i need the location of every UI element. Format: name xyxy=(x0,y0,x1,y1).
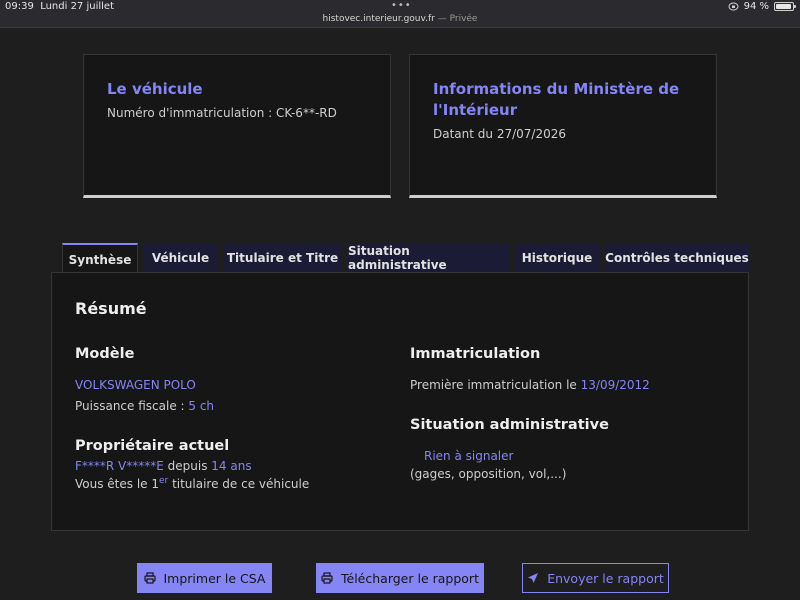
owner-name: F****R V*****E xyxy=(75,459,164,473)
owner-heading: Propriétaire actuel xyxy=(75,438,230,454)
status-right: 94 % xyxy=(728,1,796,12)
admin-heading: Situation administrative xyxy=(410,417,609,433)
rotation-lock-icon xyxy=(728,2,739,11)
admin-details: (gages, opposition, vol,...) xyxy=(410,467,567,481)
owner-line: F****R V*****E depuis 14 ans xyxy=(75,459,252,473)
fiscal-power-value: 5 ch xyxy=(188,399,215,413)
vehicle-card-title: Le véhicule xyxy=(107,80,203,98)
tab-vehicule[interactable]: Véhicule xyxy=(144,243,217,273)
registration-heading: Immatriculation xyxy=(410,346,541,362)
print-csa-label: Imprimer le CSA xyxy=(163,570,266,586)
print-csa-button[interactable]: Imprimer le CSA xyxy=(137,563,272,593)
status-time: 09:39 Lundi 27 juillet xyxy=(5,1,114,12)
battery-icon xyxy=(774,2,796,11)
status-bar: 09:39 Lundi 27 juillet ••• histovec.inte… xyxy=(0,0,800,28)
model-name: VOLKSWAGEN POLO xyxy=(75,378,196,392)
url-text: histovec.interieur.gouv.fr xyxy=(322,14,435,24)
download-report-label: Télécharger le rapport xyxy=(341,570,479,586)
tab-historique[interactable]: Historique xyxy=(515,243,599,273)
status-date: Lundi 27 juillet xyxy=(40,1,114,12)
send-report-button[interactable]: Envoyer le rapport xyxy=(522,563,669,593)
ministry-card: Informations du Ministère de l'Intérieur … xyxy=(409,54,717,198)
tab-titulaire[interactable]: Titulaire et Titre xyxy=(223,243,342,273)
ministry-card-title: Informations du Ministère de l'Intérieur xyxy=(433,80,680,119)
fiscal-power: Puissance fiscale : 5 ch xyxy=(75,399,215,413)
admin-status: Rien à signaler xyxy=(424,449,514,463)
tab-controles-techniques[interactable]: Contrôles techniques xyxy=(605,243,749,273)
holder-rank: Vous êtes le 1er titulaire de ce véhicul… xyxy=(75,476,310,491)
printer-icon xyxy=(321,572,333,584)
battery-percent: 94 % xyxy=(743,1,769,12)
first-registration: Première immatriculation le 13/09/2012 xyxy=(410,378,650,392)
model-heading: Modèle xyxy=(75,346,135,362)
vehicle-card: Le véhicule Numéro d'immatriculation : C… xyxy=(83,54,391,198)
send-icon xyxy=(528,573,539,583)
registration-number: Numéro d'immatriculation : CK-6**-RD xyxy=(107,106,337,120)
more-dots-icon[interactable]: ••• xyxy=(391,0,412,11)
printer-icon xyxy=(143,572,156,584)
summary-panel: Résumé Modèle VOLKSWAGEN POLO Puissance … xyxy=(51,272,749,531)
tab-synthese[interactable]: Synthèse xyxy=(62,243,138,274)
summary-heading: Résumé xyxy=(75,299,147,318)
tab-situation-administrative[interactable]: Situation administrative xyxy=(348,243,509,273)
download-report-button[interactable]: Télécharger le rapport xyxy=(316,563,484,593)
send-report-label: Envoyer le rapport xyxy=(547,570,664,586)
private-label: — Privée xyxy=(437,14,478,24)
first-registration-date: 13/09/2012 xyxy=(580,378,650,392)
address-bar[interactable]: histovec.interieur.gouv.fr — Privée xyxy=(0,14,800,24)
ministry-date: Datant du 27/07/2026 xyxy=(433,127,566,141)
owner-duration: 14 ans xyxy=(211,459,252,473)
